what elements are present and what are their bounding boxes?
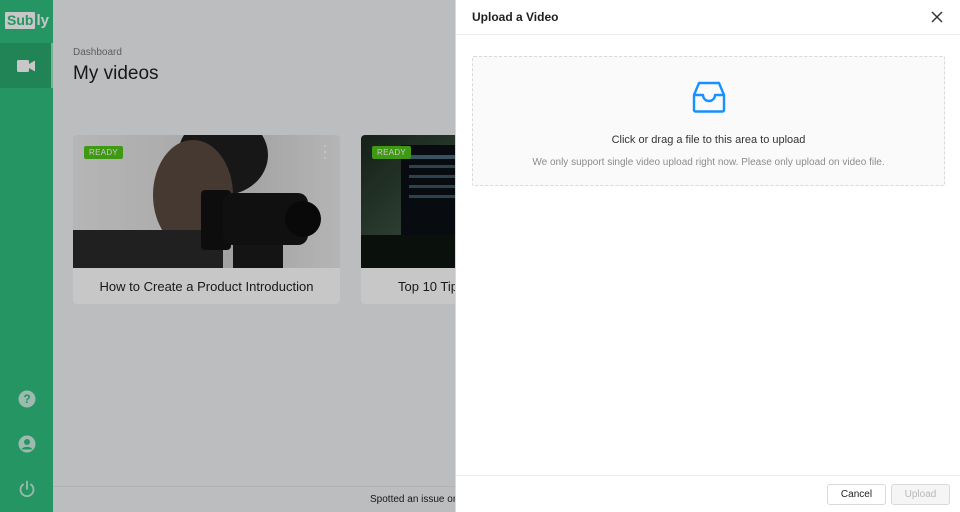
close-button[interactable] bbox=[930, 10, 944, 24]
dropzone-hint: We only support single video upload righ… bbox=[532, 157, 885, 168]
cancel-button[interactable]: Cancel bbox=[827, 484, 886, 505]
upload-button[interactable]: Upload bbox=[891, 484, 950, 505]
drawer-header: Upload a Video bbox=[456, 0, 960, 35]
inbox-icon bbox=[692, 81, 725, 113]
drawer-footer: Cancel Upload bbox=[456, 475, 960, 512]
upload-drawer: Upload a Video Click or drag a file to t… bbox=[455, 0, 960, 512]
drawer-title: Upload a Video bbox=[472, 10, 559, 24]
dropzone-text: Click or drag a file to this area to upl… bbox=[611, 134, 806, 146]
upload-dropzone[interactable]: Click or drag a file to this area to upl… bbox=[472, 56, 945, 186]
close-icon bbox=[931, 11, 943, 23]
